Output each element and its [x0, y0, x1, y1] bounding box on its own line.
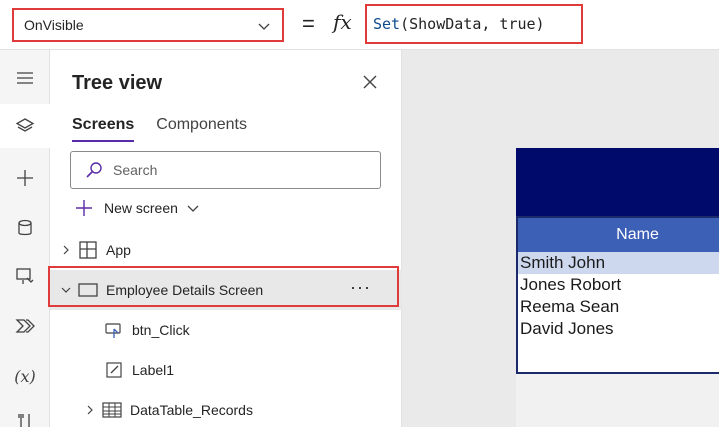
button-icon [105, 323, 121, 338]
insert-button[interactable] [0, 156, 50, 200]
formula-args: (ShowData, true) [400, 15, 545, 33]
more-options-icon[interactable]: ··· [350, 278, 371, 296]
tree-item-datatable-records[interactable]: DataTable_Records [50, 390, 402, 427]
property-dropdown[interactable]: OnVisible [12, 8, 284, 42]
column-header[interactable]: Name [518, 218, 719, 252]
tree-item-app[interactable]: App [50, 230, 402, 270]
plus-icon [76, 200, 92, 216]
chevron-down-icon[interactable] [60, 284, 72, 296]
tools-icon [18, 414, 30, 427]
search-box[interactable] [70, 151, 381, 189]
tree-item-label: btn_Click [132, 322, 190, 338]
tools-button[interactable] [0, 400, 50, 427]
tab-screens[interactable]: Screens [72, 116, 135, 142]
tab-components[interactable]: Components [156, 116, 247, 142]
tree-item-employee-details-screen[interactable]: Employee Details Screen ··· [50, 270, 402, 310]
formula-bar: OnVisible = fx Set (ShowData, true) [0, 0, 719, 50]
tree-item-label: App [106, 242, 131, 258]
menu-icon [17, 72, 33, 84]
table-row[interactable]: Reema Sean [518, 296, 719, 318]
search-input[interactable] [113, 162, 353, 178]
variables-icon: (x) [14, 366, 36, 386]
fx-icon: fx [333, 10, 352, 34]
screen-icon [78, 283, 98, 297]
label-icon [106, 362, 122, 378]
tree-view-panel: Tree view Screens Components New screen … [50, 50, 402, 427]
new-screen-button[interactable]: New screen [74, 198, 200, 218]
equals-sign: = [302, 11, 315, 36]
tree-item-label: Employee Details Screen [106, 282, 264, 298]
tree-item-label: DataTable_Records [130, 402, 253, 418]
table-row[interactable]: Smith John [518, 252, 719, 274]
media-button[interactable] [0, 254, 50, 298]
search-icon [86, 162, 102, 178]
formula-input[interactable]: Set (ShowData, true) [365, 4, 583, 44]
table-row[interactable]: Jones Robort [518, 274, 719, 296]
header-bar [516, 148, 719, 216]
tree-view-button[interactable] [0, 104, 50, 148]
table-row[interactable]: David Jones [518, 318, 719, 340]
canvas: Name Smith John Jones Robort Reema Sean … [402, 50, 719, 427]
variables-button[interactable]: (x) [0, 354, 50, 398]
close-icon[interactable] [360, 72, 380, 92]
tree-item-label: Label1 [132, 362, 175, 378]
tree-tabs: Screens Components [72, 116, 247, 142]
data-button[interactable] [0, 206, 50, 250]
power-automate-icon [15, 319, 35, 333]
table-icon [102, 402, 122, 418]
left-rail: (x) [0, 50, 50, 427]
data-table[interactable]: Name Smith John Jones Robort Reema Sean … [516, 216, 719, 374]
media-icon [16, 268, 34, 284]
menu-button[interactable] [0, 56, 50, 100]
formula-function: Set [373, 15, 401, 33]
tree-item-btn-click[interactable]: btn_Click [50, 310, 402, 350]
chevron-right-icon[interactable] [84, 404, 96, 416]
chevron-down-icon [187, 205, 199, 212]
app-icon [79, 241, 97, 259]
plus-icon [17, 170, 33, 186]
app-screen[interactable]: Name Smith John Jones Robort Reema Sean … [516, 148, 719, 427]
panel-title: Tree view [72, 72, 163, 94]
chevron-down-icon [258, 23, 270, 30]
layers-icon [15, 118, 35, 132]
property-value: OnVisible [24, 17, 84, 33]
tree-item-label1[interactable]: Label1 [50, 350, 402, 390]
power-automate-button[interactable] [0, 304, 50, 348]
chevron-right-icon[interactable] [60, 244, 72, 256]
data-icon [18, 219, 32, 236]
new-screen-label: New screen [104, 200, 178, 216]
